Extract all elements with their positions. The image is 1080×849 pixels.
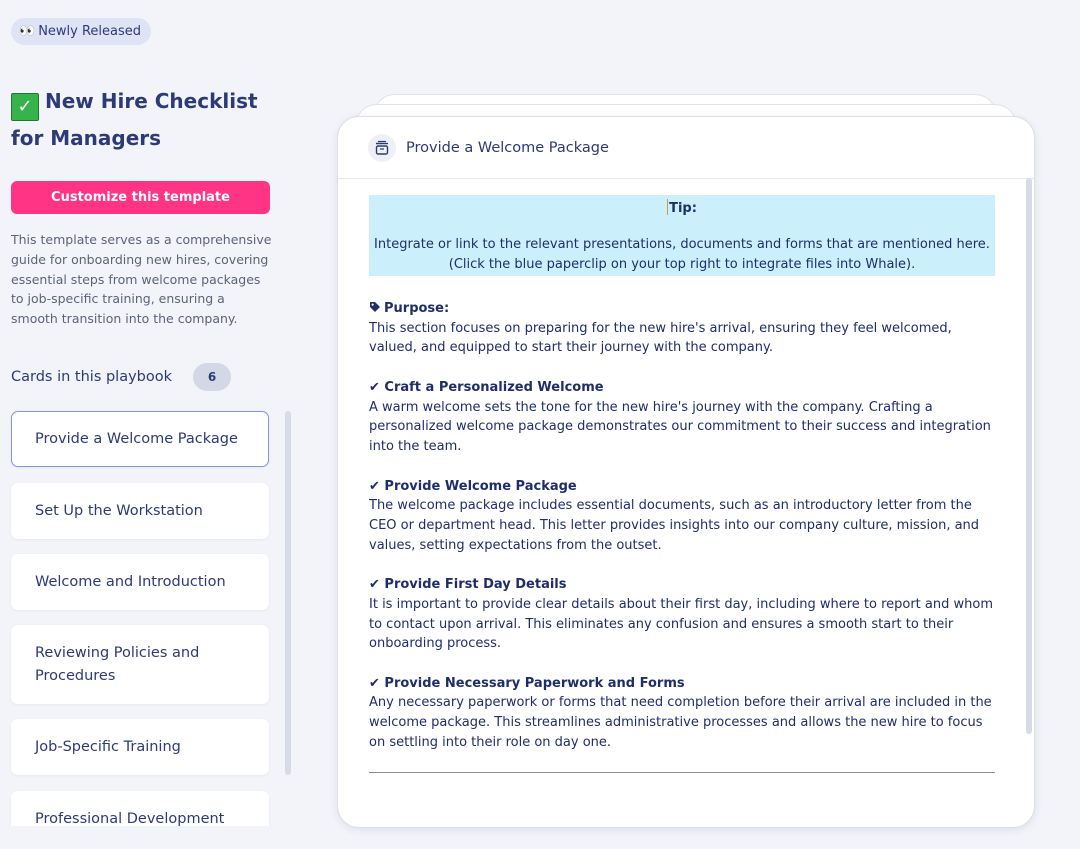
section-heading: ✔ Provide Welcome Package — [369, 477, 999, 497]
panel-header: Provide a Welcome Package — [338, 117, 1034, 179]
section-heading: ✔ Provide Necessary Paperwork and Forms — [369, 674, 999, 694]
tip-label-row: Tip: — [369, 199, 995, 216]
checkmark-icon: ✔ — [369, 675, 385, 691]
playbook-description: This template serves as a comprehensive … — [11, 232, 272, 327]
card-detail-panel: Provide a Welcome Package Tip: Integrate… — [337, 116, 1035, 828]
section-paperwork-forms: ✔ Provide Necessary Paperwork and Forms … — [369, 674, 999, 753]
tip-line-2: (Click the blue paperclip on your top ri… — [448, 257, 916, 272]
section-personalized-welcome: ✔ Craft a Personalized Welcome A warm we… — [369, 378, 999, 457]
check-mark-button-icon: ✓ — [11, 93, 39, 121]
card-list-scrollbar[interactable] — [285, 411, 291, 775]
section-text: A warm welcome sets the tone for the new… — [369, 399, 991, 455]
tag-icon — [370, 302, 380, 312]
section-heading-text: Provide Necessary Paperwork and Forms — [384, 675, 685, 691]
section-text: The welcome package includes essential d… — [369, 498, 980, 553]
panel-title: Provide a Welcome Package — [406, 139, 609, 156]
card-content: Purpose: This section focuses on prepari… — [369, 299, 999, 772]
card-list: Provide a Welcome Package Set Up the Wor… — [0, 410, 300, 826]
section-welcome-package: ✔ Provide Welcome Package The welcome pa… — [369, 477, 999, 556]
card-welcome-introduction[interactable]: Welcome and Introduction — [11, 554, 269, 610]
card-provide-welcome-package[interactable]: Provide a Welcome Package — [11, 411, 269, 467]
card-set-up-workstation[interactable]: Set Up the Workstation — [11, 483, 269, 539]
tip-label: Tip: — [669, 201, 697, 216]
section-heading: ✔ Provide First Day Details — [369, 575, 999, 595]
cards-count-badge: 6 — [193, 363, 231, 391]
customize-template-button[interactable]: Customize this template — [11, 181, 270, 214]
section-first-day-details: ✔ Provide First Day Details It is import… — [369, 575, 999, 654]
playbook-title: ✓ New Hire Checklist for Managers — [11, 84, 271, 155]
content-divider — [369, 772, 995, 773]
section-heading: ✔ Craft a Personalized Welcome — [369, 378, 999, 398]
tip-line-1: Integrate or link to the relevant presen… — [374, 237, 990, 252]
purpose-text: This section focuses on preparing for th… — [369, 320, 952, 356]
purpose-heading-text: Purpose: — [384, 301, 450, 316]
section-heading-text: Provide First Day Details — [384, 577, 567, 593]
checkmark-icon: ✔ — [369, 577, 385, 593]
newly-released-badge: 👀 Newly Released — [11, 18, 152, 45]
section-text: It is important to provide clear details… — [369, 596, 993, 652]
section-heading-text: Craft a Personalized Welcome — [384, 379, 604, 395]
tip-body: Integrate or link to the relevant presen… — [369, 235, 995, 275]
card-professional-development[interactable]: Professional Development — [11, 791, 269, 826]
purpose-heading: Purpose: — [369, 299, 999, 319]
playbook-title-text: New Hire Checklist for Managers — [11, 89, 258, 150]
package-icon — [368, 133, 396, 162]
tip-box: Tip: Integrate or link to the relevant p… — [369, 195, 995, 276]
panel-scrollbar[interactable] — [1026, 178, 1032, 734]
checkmark-icon: ✔ — [369, 379, 385, 395]
checkmark-icon: ✔ — [369, 478, 385, 494]
text-cursor — [667, 199, 669, 215]
cards-label: Cards in this playbook — [11, 369, 173, 385]
card-reviewing-policies[interactable]: Reviewing Policies and Procedures — [11, 625, 269, 704]
card-job-specific-training[interactable]: Job-Specific Training — [11, 719, 269, 775]
cards-header: Cards in this playbook 6 — [11, 363, 231, 391]
purpose-section: Purpose: This section focuses on prepari… — [369, 299, 999, 358]
badge-label: Newly Released — [38, 24, 142, 39]
section-heading-text: Provide Welcome Package — [384, 478, 577, 494]
section-text: Any necessary paperwork or forms that ne… — [369, 695, 992, 750]
eyes-icon: 👀 — [19, 24, 35, 39]
